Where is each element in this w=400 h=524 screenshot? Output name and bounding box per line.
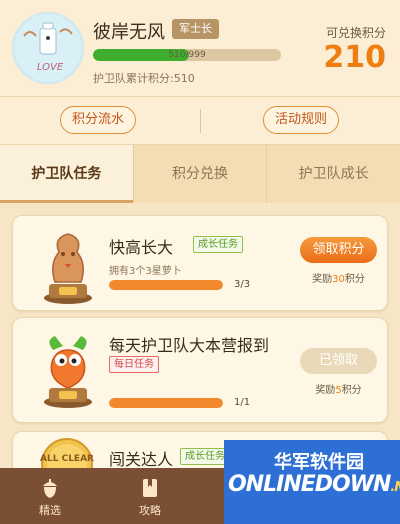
reward-prefix: 奖励 (312, 274, 333, 285)
task-tag: 成长任务 (180, 448, 230, 465)
watermark-en: ONLINEDOWN.NET (228, 472, 400, 497)
reward-suffix: 积分 (344, 274, 365, 285)
event-rules-button[interactable]: 活动规则 (263, 106, 340, 134)
medal-text: ALL CLEAR (40, 454, 94, 464)
task-progress-label: 1/1 (234, 397, 251, 408)
reward-suffix: 积分 (341, 385, 362, 396)
task-progress-bar (109, 398, 223, 408)
avatar-illustration: LOVE (23, 22, 73, 73)
task-progress-fill (109, 280, 223, 290)
divider (200, 109, 201, 133)
nav-featured-label: 精选 (39, 504, 61, 517)
redeemable-points-value: 210 (323, 40, 386, 75)
task-progress-bar (109, 280, 223, 290)
rank-badge: 军士长 (172, 19, 219, 39)
points-flow-button[interactable]: 积分流水 (60, 106, 137, 134)
task-description: 拥有3个3星萝卜 (109, 266, 182, 277)
xp-progress-label: 510/999 (168, 50, 206, 60)
watermark-suffix: .NET (390, 480, 400, 495)
task-card: 每天护卫队大本营报到 每日任务 1/1 已领取 奖励5积分 (12, 317, 388, 423)
task-tag: 成长任务 (193, 236, 243, 253)
bookmark-icon (143, 479, 157, 497)
action-row: 积分流水 活动规则 (0, 97, 400, 145)
tab-team-growth[interactable]: 护卫队成长 (266, 145, 400, 203)
nav-guides[interactable]: 攻略 (118, 468, 182, 524)
watermark-en-text: ONLINEDOWN (228, 472, 391, 497)
claimed-button[interactable]: 已领取 (300, 348, 377, 374)
bottom-nav: 精选 攻略 (0, 468, 224, 524)
reward-prefix: 奖励 (315, 385, 336, 396)
watermark-cn: 华军软件园 (274, 452, 364, 473)
task-card: 快高长大 成长任务 拥有3个3星萝卜 3/3 领取积分 奖励30积分 (12, 215, 388, 311)
task-reward: 奖励30积分 (300, 270, 377, 285)
carrot-mascot-trophy-icon (44, 336, 92, 408)
acorn-icon (43, 479, 57, 498)
user-avatar[interactable]: LOVE (12, 12, 84, 84)
redeemable-points-label: 可兑换积分 (325, 26, 386, 40)
profile-header: LOVE 彼岸无风 军士长 510/999 护卫队累计积分:510 可兑换积分 … (0, 0, 400, 97)
task-title: 快高长大 (109, 238, 174, 257)
carrot-trophy-icon (44, 233, 92, 304)
avatar-text: LOVE (37, 62, 64, 73)
task-reward: 奖励5积分 (300, 381, 377, 396)
username: 彼岸无风 (93, 22, 165, 43)
team-total-points: 护卫队累计积分:510 (93, 72, 195, 85)
tab-bar: 护卫队任务 积分兑换 护卫队成长 (0, 145, 400, 203)
task-progress-label: 3/3 (234, 279, 251, 290)
task-tag: 每日任务 (109, 356, 159, 373)
tab-team-tasks[interactable]: 护卫队任务 (0, 145, 133, 203)
watermark-logo: 华军软件园 ONLINEDOWN.NET (224, 440, 400, 524)
task-title: 每天护卫队大本营报到 (109, 336, 270, 355)
task-title: 闯关达人 (109, 450, 174, 469)
claim-points-button[interactable]: 领取积分 (300, 237, 377, 263)
task-progress-fill (109, 398, 223, 408)
reward-points: 30 (332, 274, 345, 285)
nav-guides-label: 攻略 (139, 504, 161, 517)
nav-featured[interactable]: 精选 (18, 468, 82, 524)
tab-points-exchange[interactable]: 积分兑换 (132, 145, 267, 203)
